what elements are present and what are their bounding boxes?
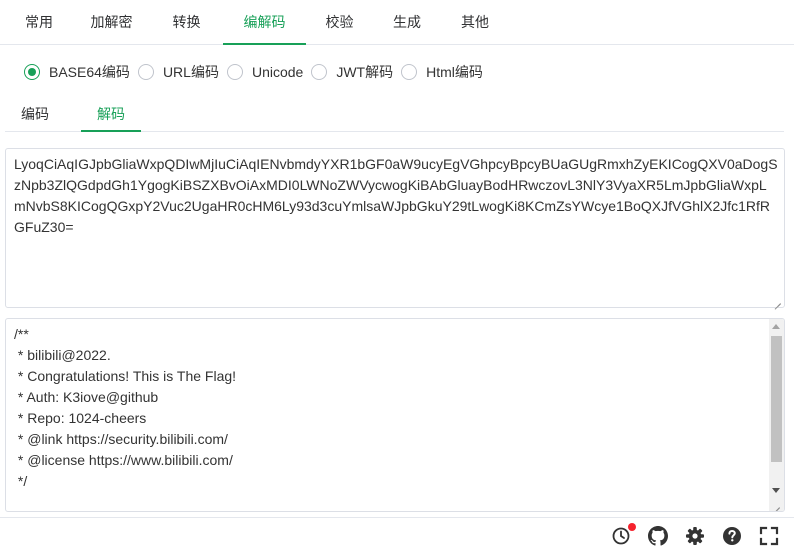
tab-convert[interactable]: 转换 xyxy=(150,0,223,45)
tab-encode-decode[interactable]: 编解码 xyxy=(223,0,306,45)
encoding-type-radio-group: BASE64编码 URL编码 Unicode JWT解码 Html编码 xyxy=(24,60,491,84)
tab-verify[interactable]: 校验 xyxy=(306,0,373,45)
radio-label: URL编码 xyxy=(162,64,219,80)
history-icon[interactable] xyxy=(612,523,636,546)
radio-dot[interactable] xyxy=(311,64,328,80)
radio-dot[interactable] xyxy=(226,64,243,80)
help-icon[interactable] xyxy=(722,526,742,546)
radio-label: BASE64编码 xyxy=(49,64,130,80)
fullscreen-icon[interactable] xyxy=(759,526,779,546)
scroll-down-arrow-icon[interactable] xyxy=(769,483,784,498)
radio-jwt[interactable]: JWT解码 xyxy=(311,62,393,82)
radio-label: JWT解码 xyxy=(336,64,394,80)
tab-generate[interactable]: 生成 xyxy=(373,0,441,45)
output-text: /** * bilibili@2022. * Congratulations! … xyxy=(14,324,764,492)
github-icon[interactable] xyxy=(648,526,668,546)
output-line: * Repo: 1024-cheers xyxy=(14,410,147,426)
settings-icon[interactable] xyxy=(685,526,705,546)
sub-tab-bar: 编码 解码 xyxy=(5,99,784,132)
tab-encode[interactable]: 编码 xyxy=(5,99,65,132)
tab-encrypt-decrypt[interactable]: 加解密 xyxy=(73,0,150,45)
output-line: * bilibili@2022. xyxy=(14,347,111,363)
output-line: * @link https://security.bilibili.com/ xyxy=(14,431,228,447)
top-tab-bar: 常用 加解密 转换 编解码 校验 生成 其他 xyxy=(0,0,794,45)
input-textarea[interactable]: LyoqCiAqIGJpbGliaWxpQDIwMjIuCiAqIENvbmdy… xyxy=(5,148,785,308)
resize-grip-icon[interactable] xyxy=(772,500,782,510)
output-textarea[interactable]: /** * bilibili@2022. * Congratulations! … xyxy=(5,318,785,512)
output-line: */ xyxy=(14,473,28,489)
resize-grip-icon[interactable] xyxy=(773,296,783,306)
input-text: LyoqCiAqIGJpbGliaWxpQDIwMjIuCiAqIENvbmdy… xyxy=(14,156,778,235)
radio-dot[interactable] xyxy=(401,64,418,80)
output-line: * Auth: K3iove@github xyxy=(14,389,159,405)
radio-base64[interactable]: BASE64编码 xyxy=(24,62,130,82)
radio-label: Unicode xyxy=(251,64,304,80)
notification-dot xyxy=(628,523,636,531)
output-line: /** xyxy=(14,326,29,342)
radio-dot[interactable] xyxy=(137,64,154,80)
footer-toolbar xyxy=(0,517,794,547)
output-line: * @license https://www.bilibili.com/ xyxy=(14,452,233,468)
radio-label: Html编码 xyxy=(426,64,483,80)
output-line: * Congratulations! This is The Flag! xyxy=(14,368,237,384)
scroll-thumb[interactable] xyxy=(771,336,782,462)
tab-other[interactable]: 其他 xyxy=(441,0,509,45)
radio-url[interactable]: URL编码 xyxy=(137,62,219,82)
tab-decode[interactable]: 解码 xyxy=(81,99,141,132)
output-scrollbar[interactable] xyxy=(769,319,784,511)
radio-dot-checked[interactable] xyxy=(24,64,40,80)
radio-unicode[interactable]: Unicode xyxy=(226,64,304,80)
tab-common[interactable]: 常用 xyxy=(5,0,73,45)
scroll-up-arrow-icon[interactable] xyxy=(769,319,784,334)
radio-html[interactable]: Html编码 xyxy=(401,62,483,82)
